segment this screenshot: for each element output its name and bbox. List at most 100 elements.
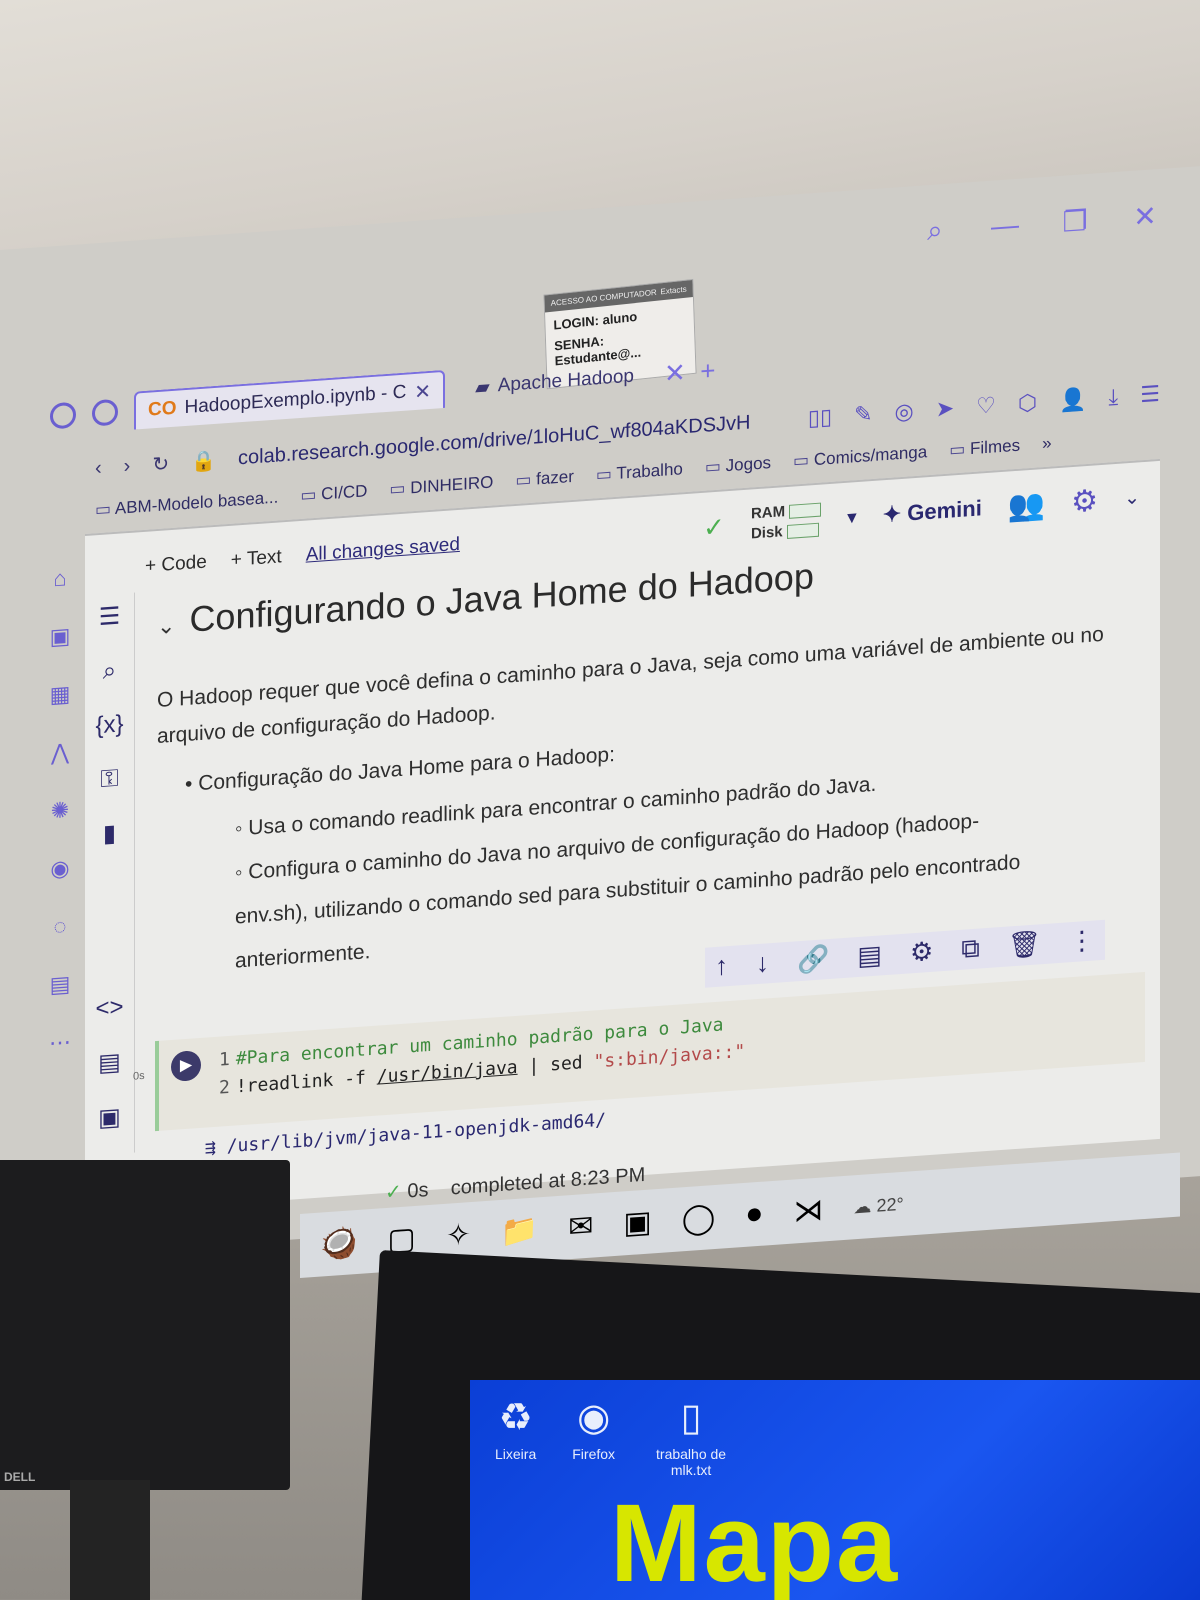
browser-sidebar: ⌂ ▣ ▦ ⋀ ✺ ◉ ◌ ▤ ⋯ xyxy=(40,564,80,1057)
search-icon[interactable]: ⌕ xyxy=(103,657,116,686)
bookmark-item[interactable]: ABM-Modelo basea... xyxy=(95,488,278,521)
link-icon[interactable]: 🔗 xyxy=(797,943,829,977)
code-command: !readlink -f xyxy=(235,1066,377,1098)
weather-widget[interactable]: ☁ 22° xyxy=(853,1193,903,1218)
run-cell-button[interactable]: ▶ xyxy=(171,1049,201,1083)
code-path: /usr/bin/java xyxy=(376,1056,518,1088)
terminal-icon[interactable]: ▣ xyxy=(98,1103,121,1134)
cell-settings-icon[interactable]: ⚙ xyxy=(910,936,933,970)
reload-icon[interactable]: ↻ xyxy=(152,451,169,477)
camera-icon[interactable]: ◎ xyxy=(895,398,914,425)
chip-icon[interactable]: ▦ xyxy=(50,681,71,708)
resource-monitor[interactable]: RAM Disk xyxy=(750,500,822,545)
move-up-icon[interactable]: ↑ xyxy=(715,950,728,983)
notebook-content: ⌄ Configurando o Java Home do Hadoop O Ha… xyxy=(157,532,1140,989)
code-snippets-icon[interactable]: <> xyxy=(95,993,123,1023)
workspace-icon[interactable] xyxy=(92,398,118,427)
opera-logo-icon[interactable] xyxy=(50,401,76,430)
delete-icon[interactable]: 🗑 xyxy=(1008,928,1041,962)
twitch-icon[interactable]: ▣ xyxy=(50,623,71,650)
minimize-icon[interactable]: — xyxy=(990,209,1020,244)
outlook-icon[interactable]: ✉ xyxy=(568,1208,593,1245)
bookmark-item[interactable]: Trabalho xyxy=(596,459,682,485)
back-icon[interactable]: ‹ xyxy=(95,456,102,479)
collapse-chevron-icon[interactable]: ⌄ xyxy=(1124,486,1140,510)
settings-gear-icon[interactable]: ⚙ xyxy=(1071,483,1098,520)
variables-icon[interactable]: {x} xyxy=(95,710,123,740)
add-code-button[interactable]: + Code xyxy=(145,552,207,578)
desktop-icon-text-file[interactable]: ▯ trabalho de mlk.txt xyxy=(651,1395,731,1478)
heart-icon[interactable]: ♡ xyxy=(976,392,996,419)
gallery-icon[interactable]: ▤ xyxy=(50,971,71,998)
search-icon[interactable]: ⌕ xyxy=(920,214,950,249)
wallpaper-text: Mapa xyxy=(610,1482,900,1600)
desktop-icon-firefox[interactable]: ◉ Firefox xyxy=(572,1395,615,1478)
code-pipe: | sed xyxy=(517,1051,594,1078)
cs-icon[interactable]: ◉ xyxy=(50,855,69,882)
status-time: 0s xyxy=(407,1179,429,1203)
arc-icon[interactable]: ⋀ xyxy=(51,739,69,766)
tab-close-icon[interactable]: ✕ xyxy=(414,378,431,404)
disk-label: Disk xyxy=(750,523,783,543)
bookmark-item[interactable]: DINHEIRO xyxy=(389,473,493,500)
comment-icon[interactable]: ▤ xyxy=(857,939,882,973)
gemini-button[interactable]: ✦ Gemini xyxy=(883,495,982,528)
move-down-icon[interactable]: ↓ xyxy=(756,947,769,980)
coconut-app-icon[interactable]: 🥥 xyxy=(320,1225,357,1263)
bookmark-item[interactable]: fazer xyxy=(515,467,574,491)
toc-icon[interactable]: ☰ xyxy=(99,602,121,633)
shop-icon[interactable]: ⌂ xyxy=(53,565,66,592)
forward-icon[interactable]: › xyxy=(124,454,131,477)
desktop-icon-recycle-bin[interactable]: ♻ Lixeira xyxy=(495,1395,536,1478)
output-icon[interactable]: ⇶ xyxy=(205,1137,216,1159)
teams-icon[interactable]: ▣ xyxy=(623,1204,651,1241)
tab-colab[interactable]: CO HadoopExemplo.ipynb - C ✕ xyxy=(134,369,446,430)
add-text-button[interactable]: + Text xyxy=(231,546,282,572)
share-people-icon[interactable]: 👥 xyxy=(1008,486,1045,524)
collapse-section-icon[interactable]: ⌄ xyxy=(157,613,175,639)
mirror-cell-icon[interactable]: ⧉ xyxy=(961,932,980,965)
ram-label: RAM xyxy=(750,503,786,523)
projected-screen: ⌕ — ❐ ✕ ACESSO AO COMPUTADOR Extacts LOG… xyxy=(0,166,1200,1279)
box-icon[interactable]: ⬡ xyxy=(1018,389,1037,416)
send-icon[interactable]: ➤ xyxy=(936,395,954,422)
close-icon[interactable]: ✕ xyxy=(1130,199,1160,234)
bookmark-item[interactable]: Jogos xyxy=(705,453,771,478)
more-bookmarks-icon[interactable]: » xyxy=(1042,433,1051,454)
restore-icon[interactable]: ❐ xyxy=(1060,204,1090,239)
bookmark-item[interactable]: Comics/manga xyxy=(793,442,927,471)
key-icon[interactable]: ⚿ xyxy=(100,765,118,794)
tab-label: Apache Hadoop xyxy=(497,365,634,397)
recycle-bin-icon: ♻ xyxy=(498,1397,533,1439)
code-editor[interactable]: 1 #Para encontrar um caminho padrão para … xyxy=(219,1010,745,1103)
tab-apache-hadoop[interactable]: ▰ Apache Hadoop xyxy=(461,356,648,407)
bookmark-item[interactable]: Filmes xyxy=(949,436,1020,461)
folder-icon[interactable]: ▮ xyxy=(103,819,116,849)
lock-icon: 🔒 xyxy=(191,449,217,474)
chatgpt-icon[interactable]: ✺ xyxy=(51,797,69,824)
command-palette-icon[interactable]: ▤ xyxy=(98,1048,121,1079)
powerpoint-icon[interactable]: ● xyxy=(745,1197,763,1232)
firefox-icon: ◉ xyxy=(577,1397,611,1439)
window-controls: ⌕ — ❐ ✕ xyxy=(920,199,1160,249)
whatsapp-icon[interactable]: ◌ xyxy=(53,913,66,940)
save-status[interactable]: All changes saved xyxy=(306,534,460,567)
opera-icon[interactable]: ◯ xyxy=(682,1199,716,1236)
download-icon[interactable]: ⤓ xyxy=(1109,384,1119,411)
more-icon[interactable]: ⋯ xyxy=(49,1029,71,1057)
new-tab-icon[interactable]: ✕ + xyxy=(664,354,715,389)
reader-icon[interactable]: ▯▯ xyxy=(808,404,832,432)
runtime-dropdown-icon[interactable]: ▾ xyxy=(847,506,857,530)
settings-sliders-icon[interactable]: ☰ xyxy=(1140,381,1160,408)
copilot-icon[interactable]: ✧ xyxy=(446,1217,471,1254)
gemini-label: Gemini xyxy=(907,495,982,526)
profile-icon[interactable]: 👤 xyxy=(1059,386,1086,414)
vscode-icon[interactable]: ⋊ xyxy=(793,1192,823,1229)
code-cell[interactable]: ▶ 0s 1 #Para encontrar um caminho padrão … xyxy=(133,971,1145,1132)
file-explorer-icon[interactable]: 📁 xyxy=(501,1212,538,1250)
bookmark-item[interactable]: CI/CD xyxy=(300,481,367,506)
weather-temp: 22° xyxy=(876,1193,904,1216)
more-vert-icon[interactable]: ⋮ xyxy=(1069,924,1095,958)
hadoop-logo-icon: ▰ xyxy=(475,376,490,399)
edit-icon[interactable]: ✎ xyxy=(854,401,872,428)
